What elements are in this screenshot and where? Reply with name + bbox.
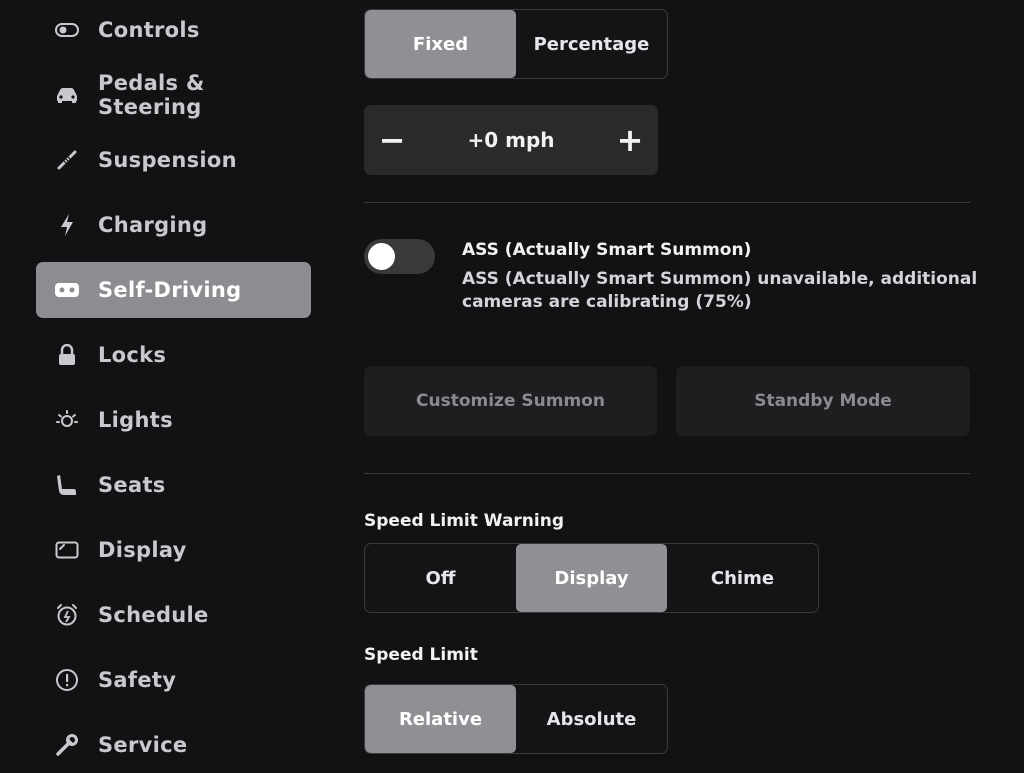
sidebar-item-label: Controls [98, 18, 200, 42]
speed-offset-value: +0 mph [467, 128, 555, 152]
wrench-icon [54, 732, 80, 758]
sidebar-item-locks[interactable]: Locks [36, 327, 311, 383]
sidebar-item-label: Self-Driving [98, 278, 242, 302]
sidebar-item-self-driving[interactable]: Self-Driving [36, 262, 311, 318]
sidebar-item-label: Locks [98, 343, 167, 367]
sidebar-item-controls[interactable]: Controls [36, 2, 311, 58]
summon-title: ASS (Actually Smart Summon) [462, 240, 752, 260]
divider [364, 473, 970, 474]
sidebar-item-safety[interactable]: Safety [36, 652, 311, 708]
option-display[interactable]: Display [516, 544, 667, 612]
offset-mode-selector: Fixed Percentage [364, 9, 668, 79]
increase-button[interactable]: + [602, 105, 658, 175]
sidebar-item-label: Suspension [98, 148, 237, 172]
option-relative[interactable]: Relative [365, 685, 516, 753]
lock-icon [54, 342, 80, 368]
sidebar-item-display[interactable]: Display [36, 522, 311, 578]
toggle-knob [368, 243, 395, 270]
option-chime[interactable]: Chime [667, 544, 818, 612]
sidebar-item-service[interactable]: Service [36, 717, 311, 773]
customize-summon-button[interactable]: Customize Summon [364, 366, 657, 436]
sidebar-item-label: Charging [98, 213, 208, 237]
alert-icon [54, 667, 80, 693]
seat-icon [54, 472, 80, 498]
sidebar-item-charging[interactable]: Charging [36, 197, 311, 253]
sidebar-item-lights[interactable]: Lights [36, 392, 311, 448]
sidebar-item-label: Lights [98, 408, 173, 432]
decrease-button[interactable]: − [364, 105, 420, 175]
alarm-clock-icon [54, 602, 80, 628]
option-percentage[interactable]: Percentage [516, 10, 667, 78]
sidebar-item-label: Pedals & Steering [98, 71, 205, 119]
suspension-icon [54, 147, 80, 173]
sidebar-item-label: Seats [98, 473, 166, 497]
sun-icon [54, 407, 80, 433]
sidebar-item-label: Schedule [98, 603, 209, 627]
sidebar-item-seats[interactable]: Seats [36, 457, 311, 513]
sidebar-item-suspension[interactable]: Suspension [36, 132, 311, 188]
divider [364, 202, 970, 203]
steering-wheel-icon [54, 277, 80, 303]
toggle-icon [54, 17, 80, 43]
option-absolute[interactable]: Absolute [516, 685, 667, 753]
speed-offset-stepper: − +0 mph + [364, 105, 658, 175]
sidebar-item-label: Service [98, 733, 188, 757]
car-icon [54, 82, 80, 108]
lightning-icon [54, 212, 80, 238]
sidebar-item-pedals-steering[interactable]: Pedals & Steering [36, 67, 311, 123]
sidebar-item-label: Safety [98, 668, 177, 692]
option-fixed[interactable]: Fixed [365, 10, 516, 78]
speed-limit-warning-selector: Off Display Chime [364, 543, 819, 613]
speed-limit-selector: Relative Absolute [364, 684, 668, 754]
speed-limit-label: Speed Limit [364, 645, 478, 665]
summon-description: ASS (Actually Smart Summon) unavailable,… [462, 269, 978, 312]
summon-toggle[interactable] [364, 239, 435, 274]
sidebar: Controls Pedals & Steering Suspension Ch… [0, 0, 330, 768]
sidebar-item-schedule[interactable]: Schedule [36, 587, 311, 643]
sidebar-item-label: Display [98, 538, 187, 562]
standby-mode-button[interactable]: Standby Mode [676, 366, 970, 436]
speed-limit-warning-label: Speed Limit Warning [364, 511, 565, 531]
display-icon [54, 537, 80, 563]
option-off[interactable]: Off [365, 544, 516, 612]
